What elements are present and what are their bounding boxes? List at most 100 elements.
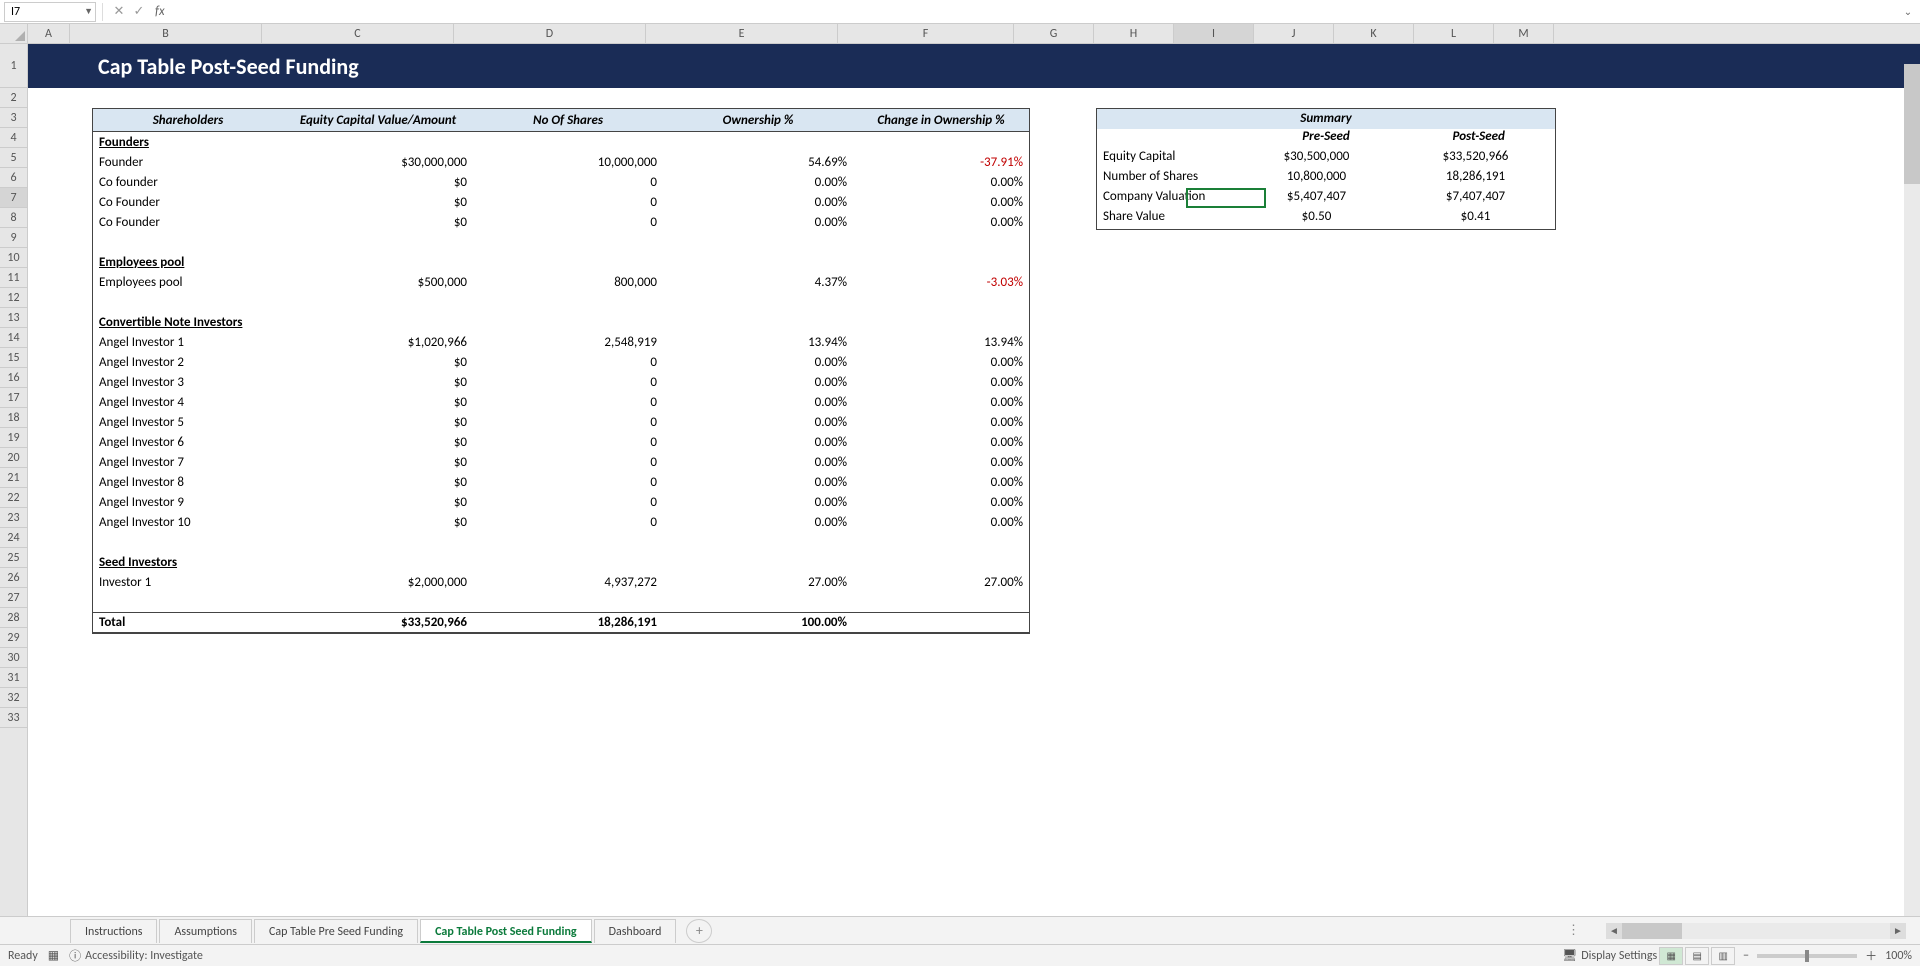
row-header-1[interactable]: 1 — [0, 44, 27, 88]
row-header-7[interactable]: 7 — [0, 188, 27, 208]
column-header-B[interactable]: B — [70, 24, 262, 43]
hscroll-right-icon[interactable]: ► — [1890, 923, 1906, 939]
row-header-32[interactable]: 32 — [0, 688, 27, 708]
row-header-6[interactable]: 6 — [0, 168, 27, 188]
row-header-25[interactable]: 25 — [0, 548, 27, 568]
row-header-20[interactable]: 20 — [0, 448, 27, 468]
accessibility-status[interactable]: Accessibility: Investigate — [85, 949, 203, 963]
cancel-formula-icon[interactable]: ✕ — [109, 2, 129, 22]
hscroll-thumb[interactable] — [1622, 923, 1682, 939]
summary-row[interactable]: Company Valuation$5,407,407$7,407,407 — [1097, 189, 1555, 209]
row-header-30[interactable]: 30 — [0, 648, 27, 668]
accessibility-icon[interactable]: ⓘ — [69, 947, 81, 964]
hscroll-left-icon[interactable]: ◄ — [1606, 923, 1622, 939]
column-header-M[interactable]: M — [1494, 24, 1554, 43]
summary-row[interactable]: Number of Shares10,800,00018,286,191 — [1097, 169, 1555, 189]
table-row[interactable]: Angel Investor 6$000.00%0.00% — [93, 432, 1029, 452]
table-row[interactable]: Employees pool$500,000800,0004.37%-3.03% — [93, 272, 1029, 292]
sheet-tab-dashboard[interactable]: Dashboard — [594, 919, 677, 943]
enter-formula-icon[interactable]: ✓ — [129, 2, 149, 22]
row-header-3[interactable]: 3 — [0, 108, 27, 128]
row-header-15[interactable]: 15 — [0, 348, 27, 368]
table-row[interactable]: Angel Investor 3$000.00%0.00% — [93, 372, 1029, 392]
summary-row[interactable]: Equity Capital$30,500,000$33,520,966 — [1097, 149, 1555, 169]
row-header-21[interactable]: 21 — [0, 468, 27, 488]
tab-menu-icon[interactable]: ⋮ — [1567, 923, 1580, 938]
column-header-D[interactable]: D — [454, 24, 646, 43]
column-header-L[interactable]: L — [1414, 24, 1494, 43]
horizontal-scrollbar[interactable]: ◄ ► — [1606, 923, 1906, 939]
row-header-17[interactable]: 17 — [0, 388, 27, 408]
row-header-2[interactable]: 2 — [0, 88, 27, 108]
row-header-11[interactable]: 11 — [0, 268, 27, 288]
row-header-12[interactable]: 12 — [0, 288, 27, 308]
display-settings[interactable]: Display Settings — [1581, 949, 1657, 963]
table-row[interactable]: Angel Investor 1$1,020,9662,548,91913.94… — [93, 332, 1029, 352]
table-row[interactable]: Angel Investor 9$000.00%0.00% — [93, 492, 1029, 512]
row-header-13[interactable]: 13 — [0, 308, 27, 328]
row-header-29[interactable]: 29 — [0, 628, 27, 648]
table-row[interactable]: Investor 1$2,000,0004,937,27227.00%27.00… — [93, 572, 1029, 592]
display-settings-icon[interactable]: 🖥 — [1562, 948, 1577, 963]
sheet-tab-cap-table-post-seed-funding[interactable]: Cap Table Post Seed Funding — [420, 919, 592, 943]
row-header-24[interactable]: 24 — [0, 528, 27, 548]
sheet-tab-instructions[interactable]: Instructions — [70, 919, 157, 943]
row-header-23[interactable]: 23 — [0, 508, 27, 528]
table-row[interactable]: Angel Investor 10$000.00%0.00% — [93, 512, 1029, 532]
view-page-layout-button[interactable]: ▤ — [1685, 947, 1709, 965]
row-header-4[interactable]: 4 — [0, 128, 27, 148]
row-header-5[interactable]: 5 — [0, 148, 27, 168]
row-header-26[interactable]: 26 — [0, 568, 27, 588]
total-row[interactable]: Total$33,520,96618,286,191100.00% — [93, 612, 1029, 632]
column-header-I[interactable]: I — [1174, 24, 1254, 43]
cells-area[interactable]: Cap Table Post-Seed Funding Shareholders… — [28, 44, 1920, 916]
table-row[interactable]: Co Founder$000.00%0.00% — [93, 192, 1029, 212]
table-row[interactable]: Angel Investor 8$000.00%0.00% — [93, 472, 1029, 492]
row-header-9[interactable]: 9 — [0, 228, 27, 248]
row-header-18[interactable]: 18 — [0, 408, 27, 428]
row-header-22[interactable]: 22 — [0, 488, 27, 508]
table-row[interactable]: Angel Investor 2$000.00%0.00% — [93, 352, 1029, 372]
zoom-out-button[interactable]: − — [1743, 949, 1749, 963]
column-header-J[interactable]: J — [1254, 24, 1334, 43]
vertical-scrollbar[interactable] — [1904, 64, 1920, 916]
sheet-tab-assumptions[interactable]: Assumptions — [159, 919, 251, 943]
add-sheet-button[interactable]: + — [686, 919, 712, 943]
formula-input[interactable] — [165, 2, 1900, 22]
sheet-tab-cap-table-pre-seed-funding[interactable]: Cap Table Pre Seed Funding — [254, 919, 418, 943]
zoom-in-button[interactable]: ＋ — [1865, 947, 1877, 964]
column-header-G[interactable]: G — [1014, 24, 1094, 43]
name-box-dropdown-icon[interactable]: ▼ — [84, 6, 93, 17]
column-header-E[interactable]: E — [646, 24, 838, 43]
view-normal-button[interactable]: ▦ — [1659, 947, 1683, 965]
stats-icon[interactable]: ▦ — [48, 948, 59, 963]
table-row[interactable]: Co founder$000.00%0.00% — [93, 172, 1029, 192]
summary-row[interactable]: Share Value$0.50$0.41 — [1097, 209, 1555, 229]
row-header-19[interactable]: 19 — [0, 428, 27, 448]
row-header-16[interactable]: 16 — [0, 368, 27, 388]
row-header-8[interactable]: 8 — [0, 208, 27, 228]
column-header-H[interactable]: H — [1094, 24, 1174, 43]
table-row[interactable]: Angel Investor 4$000.00%0.00% — [93, 392, 1029, 412]
column-header-K[interactable]: K — [1334, 24, 1414, 43]
fx-icon[interactable]: fx — [155, 4, 165, 19]
table-row[interactable]: Co Founder$000.00%0.00% — [93, 212, 1029, 232]
select-all-corner[interactable] — [0, 24, 28, 43]
row-header-28[interactable]: 28 — [0, 608, 27, 628]
table-row[interactable]: Founder$30,000,00010,000,00054.69%-37.91… — [93, 152, 1029, 172]
column-header-A[interactable]: A — [28, 24, 70, 43]
name-box[interactable]: I7 ▼ — [4, 2, 96, 22]
vscroll-thumb[interactable] — [1904, 64, 1920, 184]
zoom-level[interactable]: 100% — [1885, 949, 1912, 963]
row-header-10[interactable]: 10 — [0, 248, 27, 268]
table-row[interactable]: Angel Investor 5$000.00%0.00% — [93, 412, 1029, 432]
row-header-14[interactable]: 14 — [0, 328, 27, 348]
formula-expand-icon[interactable]: ⌄ — [1900, 5, 1916, 18]
row-header-33[interactable]: 33 — [0, 708, 27, 728]
column-header-C[interactable]: C — [262, 24, 454, 43]
zoom-slider[interactable] — [1757, 954, 1857, 958]
view-page-break-button[interactable]: ▥ — [1711, 947, 1735, 965]
row-header-27[interactable]: 27 — [0, 588, 27, 608]
column-header-F[interactable]: F — [838, 24, 1014, 43]
table-row[interactable]: Angel Investor 7$000.00%0.00% — [93, 452, 1029, 472]
